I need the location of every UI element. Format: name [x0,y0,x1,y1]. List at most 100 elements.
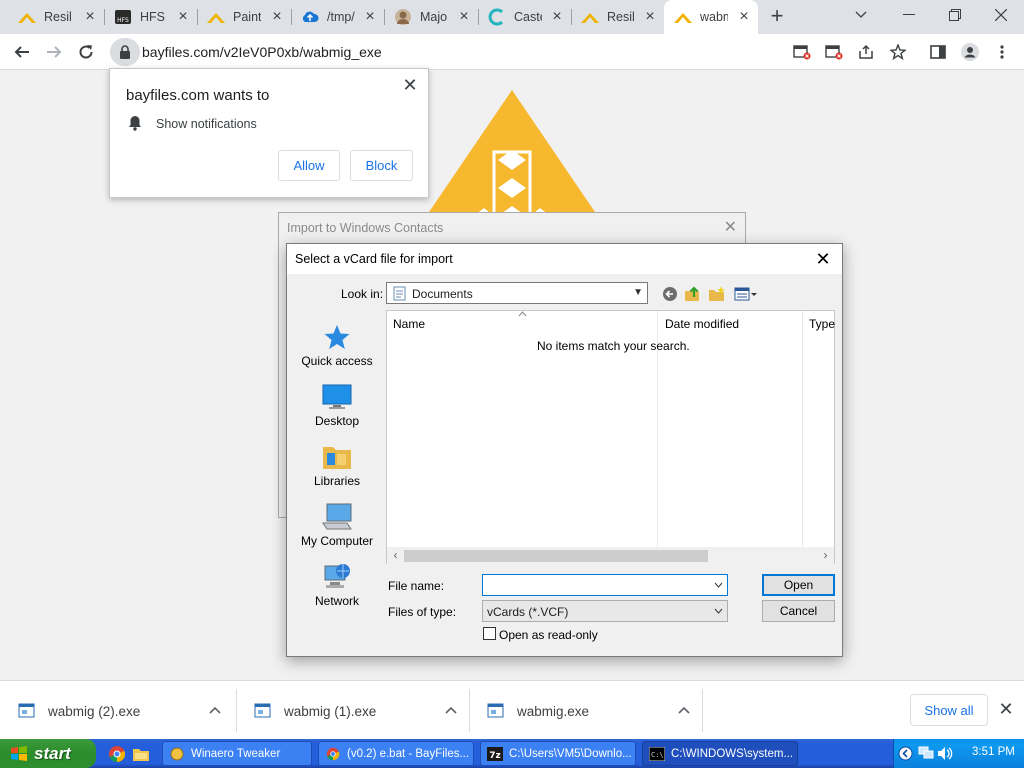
file-type-select[interactable]: vCards (*.VCF) [482,600,728,622]
explorer-icon[interactable] [132,745,150,763]
task-7zip[interactable]: 7z C:\Users\VM5\Downlo... [480,741,636,766]
chevron-up-icon[interactable] [445,701,457,719]
place-desktop[interactable]: Desktop [295,378,379,434]
chevron-down-icon[interactable] [714,582,723,588]
chevron-up-icon[interactable] [209,701,221,719]
reload-button[interactable] [74,40,98,64]
clock[interactable]: 3:51 PM [972,746,1015,758]
block-button[interactable]: Block [350,150,413,181]
show-all-button[interactable]: Show all [910,694,988,726]
dialog-title: Import to Windows Contacts [287,221,444,235]
download-item[interactable]: wabmig (1).exe [236,681,473,740]
tab-paint[interactable]: Paint × [197,0,291,34]
look-in-select[interactable]: Documents ▼ [386,282,648,304]
start-label: start [34,743,71,763]
close-prompt-button[interactable]: ✕ [400,75,420,95]
read-only-label[interactable]: Open as read-only [499,628,598,642]
place-network[interactable]: Network [295,558,379,614]
allow-button[interactable]: Allow [278,150,340,181]
scroll-thumb[interactable] [404,550,708,562]
forward-button[interactable] [42,40,66,64]
close-dialog-button[interactable]: ✕ [724,217,737,237]
chevron-up-icon[interactable] [678,701,690,719]
close-icon[interactable]: × [362,9,378,25]
resilio-icon [581,8,599,26]
back-button[interactable] [660,284,680,304]
network-tray-icon[interactable] [918,746,934,761]
new-folder-button[interactable] [707,284,727,304]
up-folder-button[interactable] [683,284,703,304]
site-info-button[interactable] [110,38,140,66]
popup-blocked-button[interactable] [790,40,814,64]
place-label: Desktop [314,414,360,428]
download-item[interactable]: wabmig (2).exe [0,681,237,740]
svg-text:C:\: C:\ [651,751,664,759]
task-bayfiles-chrome[interactable]: (v0.2) e.bat - BayFiles... [318,741,474,766]
vcard-file-dialog: Select a vCard file for import ✕ Look in… [286,243,843,657]
new-tab-button[interactable]: + [766,5,788,28]
start-button[interactable]: start [0,739,96,768]
column-header-type[interactable]: Type [809,317,835,331]
close-icon[interactable]: × [82,9,98,25]
close-icon[interactable]: × [642,9,658,25]
open-button[interactable]: Open [762,574,835,596]
windows-logo-icon [11,745,27,761]
look-in-label: Look in: [341,287,384,301]
url-text[interactable]: bayfiles.com/v2IeV0P0xb/wabmig_exe [142,44,382,60]
horizontal-scrollbar[interactable]: ‹ › [387,547,834,564]
side-panel-button[interactable] [926,40,950,64]
restore-button[interactable] [932,0,978,30]
minimize-button[interactable] [886,0,932,30]
menu-button[interactable] [990,40,1014,64]
volume-icon[interactable] [937,746,953,761]
download-item[interactable]: wabmig.exe [469,681,706,740]
column-header-name[interactable]: Name [393,317,425,331]
tab-resilio-1[interactable]: Resilio × [0,0,104,34]
tab-wabmig-active[interactable]: wabmig × [664,0,758,34]
column-header-date-modified[interactable]: Date modified [665,317,739,331]
close-icon[interactable]: × [456,9,472,25]
close-icon[interactable]: × [549,9,565,25]
place-quick-access[interactable]: Quick access [295,318,379,374]
close-window-button[interactable] [978,0,1024,30]
task-winaero-tweaker[interactable]: Winaero Tweaker [162,741,312,766]
tab-title: HFS - [140,10,168,24]
download-name: wabmig.exe [517,704,590,719]
restore-icon [949,9,961,21]
close-dialog-button[interactable]: ✕ [812,248,834,270]
tab-search-button[interactable] [838,0,884,30]
close-icon[interactable]: × [175,9,191,25]
close-icon[interactable]: × [269,9,285,25]
close-icon[interactable]: × [736,9,752,25]
tab-resilio-2[interactable]: Resilio × [571,0,664,34]
close-shelf-button[interactable]: ✕ [996,699,1016,719]
files-of-type-label: Files of type: [388,605,457,619]
scroll-left-icon[interactable]: ‹ [387,548,404,563]
profile-button[interactable] [958,40,982,64]
system-tray: 3:51 PM [893,739,1024,768]
chrome-icon[interactable] [108,745,126,763]
file-name-input[interactable] [482,574,728,596]
notifications-blocked-button[interactable] [822,40,846,64]
tab-tmp[interactable]: /tmp/ × [291,0,384,34]
tray-expand-icon[interactable] [898,746,913,761]
tab-majo[interactable]: Majo × [384,0,478,34]
scroll-right-icon[interactable]: › [817,548,834,563]
place-libraries[interactable]: Libraries [295,438,379,494]
view-menu-button[interactable] [733,284,759,304]
share-button[interactable] [854,40,878,64]
task-cmd[interactable]: C:\ C:\WINDOWS\system... [642,741,798,766]
winaero-icon [170,747,184,760]
documents-icon [393,286,406,301]
place-my-computer[interactable]: My Computer [295,498,379,554]
place-label: Quick access [301,354,373,368]
read-only-checkbox[interactable] [483,627,496,640]
back-button[interactable] [10,40,34,64]
cancel-button[interactable]: Cancel [762,600,835,622]
tab-caste[interactable]: Caste × [478,0,571,34]
sort-up-icon [518,311,527,317]
task-label: Winaero Tweaker [191,747,281,760]
file-list[interactable]: Name Date modified Type No items match y… [386,310,835,564]
bookmark-button[interactable] [886,40,910,64]
tab-hfs[interactable]: HFS HFS - × [104,0,197,34]
